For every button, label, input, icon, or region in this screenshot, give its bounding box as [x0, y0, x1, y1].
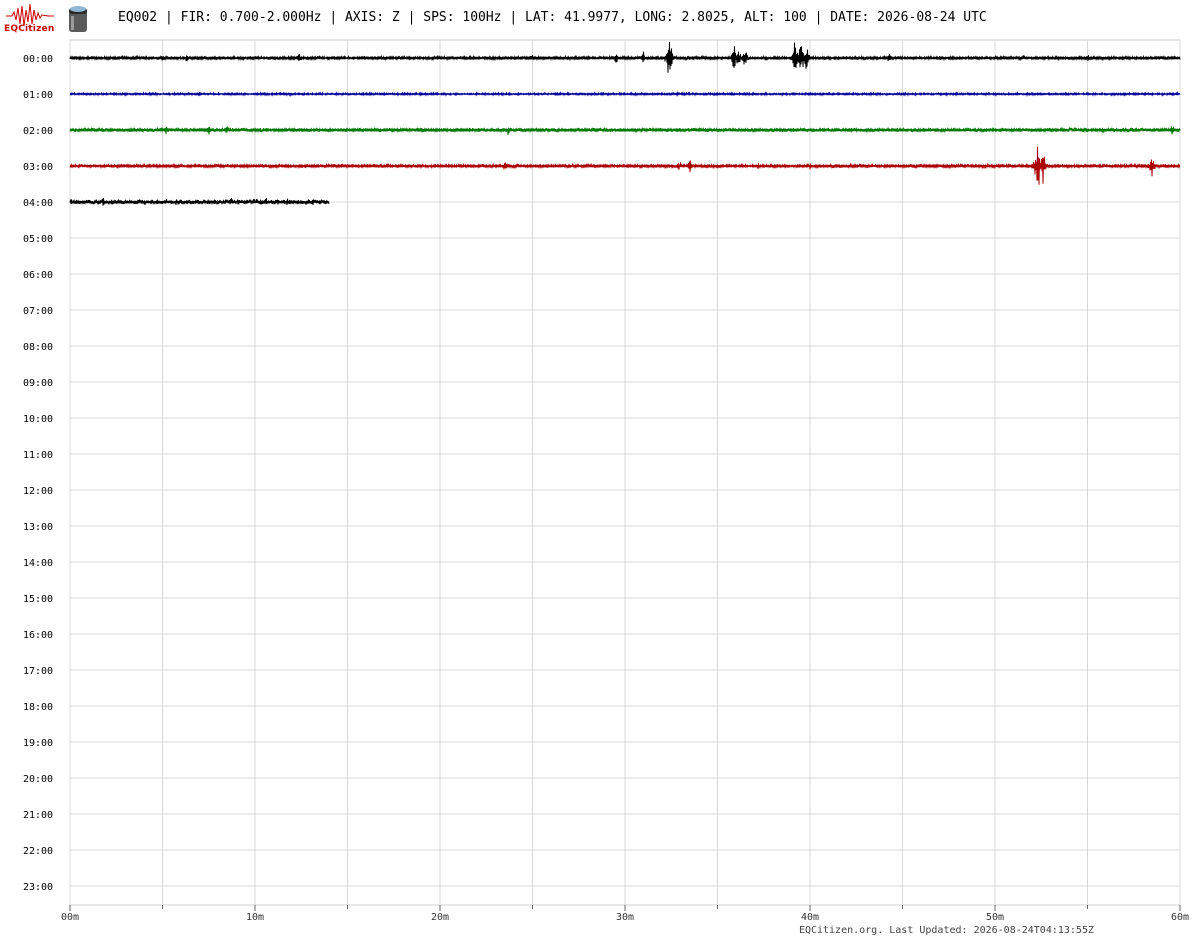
- x-tick-label: 00m: [61, 912, 79, 923]
- row-label: 07:00: [23, 306, 53, 317]
- footer-site: EQCitizen.org.: [798, 925, 884, 936]
- row-label: 13:00: [23, 522, 53, 533]
- row-label: 22:00: [23, 846, 53, 857]
- row-label: 15:00: [23, 594, 53, 605]
- row-label: 01:00: [23, 90, 53, 101]
- x-tick-label: 40m: [801, 912, 819, 923]
- row-label: 02:00: [23, 126, 53, 137]
- row-label: 05:00: [23, 234, 53, 245]
- row-label: 14:00: [23, 558, 53, 569]
- x-tick-label: 30m: [616, 912, 634, 923]
- row-label: 06:00: [23, 270, 53, 281]
- x-tick-label: 10m: [246, 912, 264, 923]
- row-label: 03:00: [23, 162, 53, 173]
- seismogram-chart: 00:00 01:00 02:00 03:00 04:00 05:00 06:00 07:00…: [23, 39, 1189, 923]
- row-label: 18:00: [23, 702, 53, 713]
- row-label: 21:00: [23, 810, 53, 821]
- x-tick-label: 20m: [431, 912, 449, 923]
- row-label: 23:00: [23, 882, 53, 893]
- row-label: 08:00: [23, 342, 53, 353]
- footer: EQCitizen.org. Last Updated: 2026-08-24T…: [799, 925, 1094, 936]
- footer-updated-label: Last Updated:: [889, 925, 968, 936]
- row-label: 17:00: [23, 666, 53, 677]
- x-tick-label: 60m: [1171, 912, 1189, 923]
- trace-row-4: [69, 198, 330, 206]
- row-label: 12:00: [23, 486, 53, 497]
- row-label: 16:00: [23, 630, 53, 641]
- row-label: 04:00: [23, 198, 53, 209]
- row-label: 20:00: [23, 774, 53, 785]
- row-label: 09:00: [23, 378, 53, 389]
- row-label: 11:00: [23, 450, 53, 461]
- row-label: 10:00: [23, 414, 53, 425]
- x-tick-label: 50m: [986, 912, 1004, 923]
- footer-updated-value: 2026-08-24T04:13:55Z: [973, 925, 1094, 936]
- row-label: 00:00: [23, 54, 53, 65]
- row-label: 19:00: [23, 738, 53, 749]
